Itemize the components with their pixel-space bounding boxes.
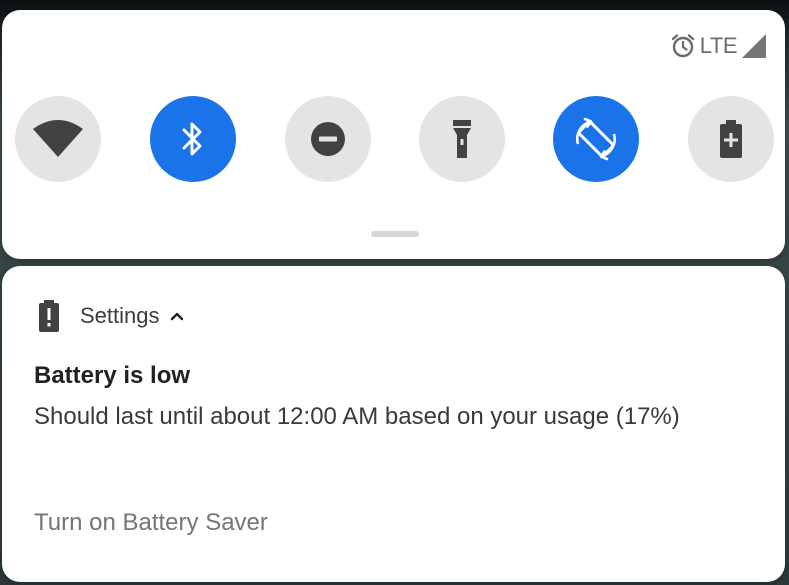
battery-saver-icon <box>719 119 743 159</box>
flashlight-icon <box>449 118 475 160</box>
notification-app-name: Settings <box>80 303 160 328</box>
wifi-icon <box>32 119 84 159</box>
bluetooth-icon <box>178 119 208 159</box>
quick-settings-panel: LTE <box>2 10 785 259</box>
network-type-label: LTE <box>699 33 738 58</box>
do-not-disturb-icon <box>309 120 347 158</box>
notification-body: Should last until about 12:00 AM based o… <box>34 403 680 430</box>
cell-signal-icon <box>741 33 767 59</box>
do-not-disturb-tile[interactable] <box>285 96 371 182</box>
wifi-tile[interactable] <box>15 96 101 182</box>
quick-settings-tiles <box>2 96 785 182</box>
turn-on-battery-saver-button[interactable]: Turn on Battery Saver <box>34 509 268 537</box>
flashlight-tile[interactable] <box>419 96 505 182</box>
battery-low-notification[interactable]: Settings Battery is low Should last unti… <box>2 266 785 582</box>
battery-saver-tile[interactable] <box>688 96 774 182</box>
status-bar: LTE <box>670 32 767 60</box>
alarm-clock-icon <box>670 33 696 59</box>
auto-rotate-icon <box>571 114 621 164</box>
auto-rotate-tile[interactable] <box>553 96 639 182</box>
chevron-up-icon[interactable] <box>170 311 184 321</box>
notification-header[interactable]: Settings <box>38 300 184 332</box>
notification-title: Battery is low <box>34 362 191 389</box>
bluetooth-tile[interactable] <box>150 96 236 182</box>
battery-alert-icon <box>38 299 60 333</box>
panel-drag-handle[interactable] <box>371 231 419 237</box>
